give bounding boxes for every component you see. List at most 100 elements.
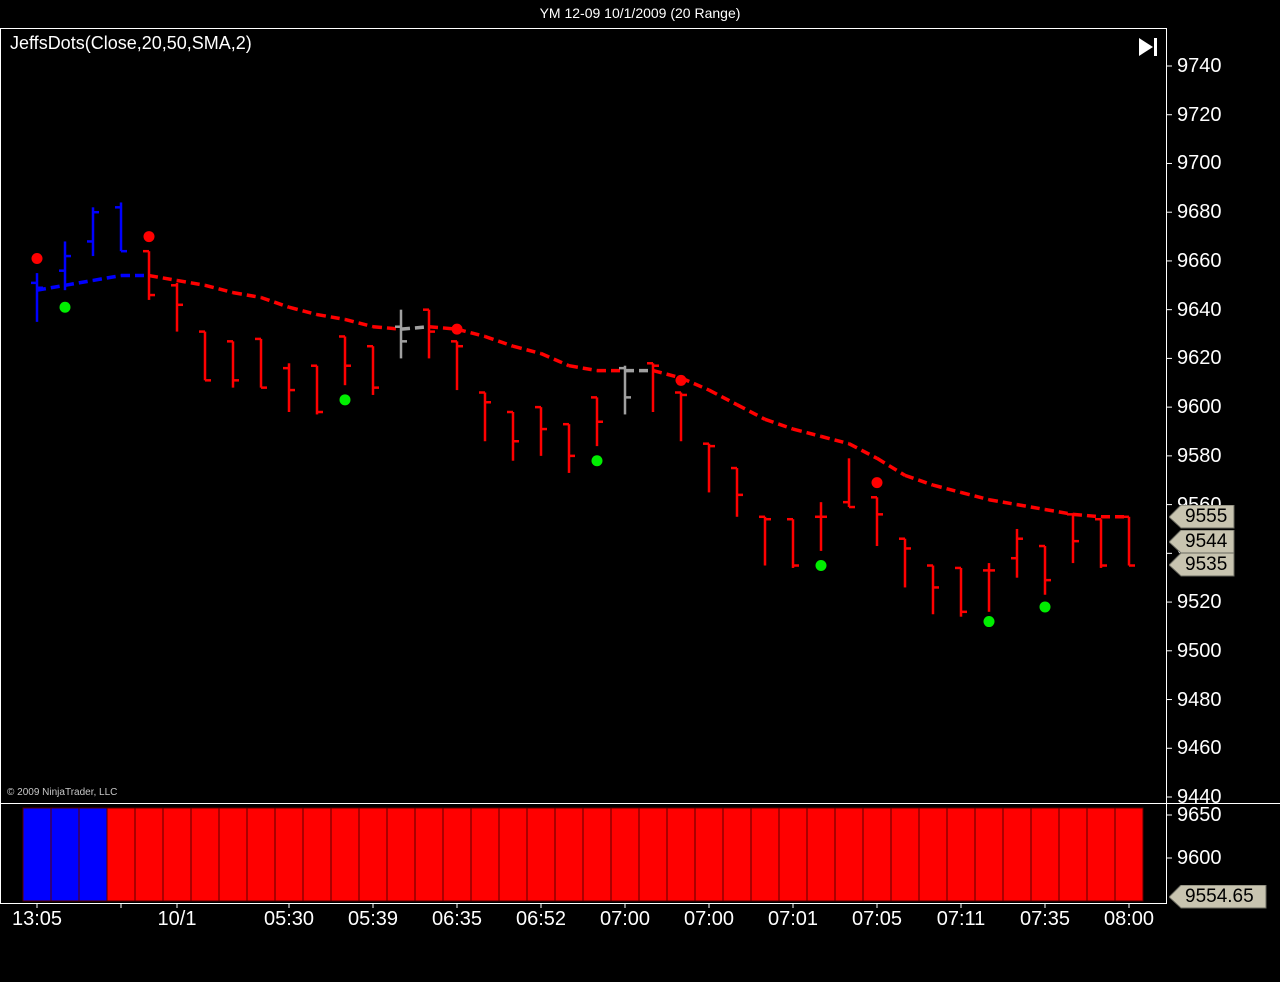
price-tag: 9555 xyxy=(1169,505,1235,529)
sma-segment xyxy=(1072,512,1102,519)
sell-dot xyxy=(675,374,687,386)
sell-dot xyxy=(143,231,155,243)
indicator-block xyxy=(582,807,612,902)
ohlc-bar xyxy=(787,517,799,568)
indicator-block xyxy=(918,807,948,902)
indicator-block xyxy=(1002,807,1032,902)
indicator-block xyxy=(974,807,1004,902)
ohlc-bar xyxy=(815,502,827,551)
x-tick-label: 13:05 xyxy=(11,908,63,930)
indicator-block xyxy=(750,807,780,902)
y-tick-label: 9600 xyxy=(1177,396,1222,419)
indicator-block xyxy=(666,807,696,902)
ohlc-bar xyxy=(1011,528,1023,578)
price-tag: 9544 xyxy=(1169,530,1235,554)
sma-segment xyxy=(288,305,318,317)
x-tick-label: 10/1 xyxy=(157,908,197,930)
sma-segment xyxy=(708,388,738,407)
ohlc-bar xyxy=(171,282,183,332)
ohlc-bar xyxy=(927,564,939,615)
ohlc-bar xyxy=(619,365,631,415)
ohlc-bar xyxy=(451,340,463,391)
sma-segment xyxy=(148,273,178,283)
x-tick-label: 08:00 xyxy=(1103,908,1155,930)
sma-segment xyxy=(64,278,94,288)
indicator-block xyxy=(274,807,304,902)
buy-dot xyxy=(1039,601,1051,613)
y-tick-label: 9620 xyxy=(1177,347,1222,370)
y-tick-label: 9500 xyxy=(1177,639,1222,662)
sma-segment xyxy=(400,324,430,331)
sma-segment xyxy=(344,317,374,329)
indicator-block xyxy=(218,807,248,902)
y-tick-label: 9640 xyxy=(1177,298,1222,321)
x-tick-label: 05:30 xyxy=(263,908,315,930)
copyright-text: © 2009 NinjaTrader, LLC xyxy=(7,787,118,798)
indicator-block xyxy=(22,807,52,902)
x-tick-label: 07:11 xyxy=(936,908,986,930)
indicator-block xyxy=(946,807,976,902)
ohlc-bar xyxy=(703,442,715,493)
sma-segment xyxy=(1016,502,1046,512)
buy-dot xyxy=(59,301,71,313)
ohlc-bar xyxy=(899,537,911,588)
skip-to-end-button[interactable] xyxy=(1137,36,1161,58)
ohlc-bar xyxy=(591,396,603,447)
sma-segment xyxy=(204,283,234,295)
ohlc-bar xyxy=(759,515,771,566)
sma-segment xyxy=(316,312,346,322)
ohlc-bar xyxy=(871,496,883,547)
sma-segment xyxy=(540,351,570,368)
indicator-block xyxy=(470,807,500,902)
x-tick-label: 07:00 xyxy=(599,908,651,930)
sma-segment xyxy=(932,483,962,495)
buy-dot xyxy=(815,560,827,572)
indicator-block xyxy=(1058,807,1088,902)
sma-segment xyxy=(848,442,878,460)
ohlc-bar xyxy=(311,364,323,415)
ohlc-bar xyxy=(87,207,99,257)
indicator-block xyxy=(358,807,388,902)
chart-border xyxy=(0,28,1167,904)
ohlc-bar xyxy=(1039,544,1051,595)
indicator-block xyxy=(498,807,528,902)
price-bars xyxy=(31,202,1135,617)
sma-segment xyxy=(736,403,766,421)
x-tick-label: 05:39 xyxy=(347,908,399,930)
price-chart[interactable] xyxy=(0,0,1280,982)
sma-segment xyxy=(988,498,1018,507)
ohlc-bar xyxy=(31,273,43,322)
indicator-block xyxy=(50,807,80,902)
ohlc-bar xyxy=(227,340,239,388)
sma-segment xyxy=(232,290,262,300)
indicator-label: JeffsDots(Close,20,50,SMA,2) xyxy=(10,33,252,53)
skip-to-end-icon xyxy=(1139,38,1157,56)
x-tick-label: 07:01 xyxy=(767,908,819,930)
sma-line xyxy=(36,273,1129,519)
ohlc-bar xyxy=(367,344,379,395)
y-tick-label: 9740 xyxy=(1177,55,1222,77)
ohlc-bar xyxy=(675,391,687,442)
ohlc-bar xyxy=(199,330,211,382)
y-tick-label: 9600 xyxy=(1177,847,1222,869)
indicator-block xyxy=(834,807,864,902)
x-tick-label: 06:52 xyxy=(515,908,567,930)
sma-segment xyxy=(792,427,822,439)
price-tag: 9554.65 xyxy=(1169,885,1267,909)
sell-dot xyxy=(451,323,463,335)
indicator-block xyxy=(190,807,220,902)
indicator-block xyxy=(890,807,920,902)
y-tick-label: 9580 xyxy=(1177,444,1222,467)
ohlc-bar xyxy=(731,466,743,517)
sma-segment xyxy=(764,417,794,431)
ohlc-bar xyxy=(563,422,575,473)
sma-segment xyxy=(260,295,290,309)
indicator-panel xyxy=(22,807,1144,902)
buy-dot xyxy=(983,616,995,628)
x-tick-label: 06:35 xyxy=(431,908,483,930)
indicator-block xyxy=(414,807,444,902)
sma-segment xyxy=(820,434,850,446)
sma-segment xyxy=(176,278,206,288)
sma-segment xyxy=(904,473,934,487)
indicator-block xyxy=(1114,807,1144,902)
